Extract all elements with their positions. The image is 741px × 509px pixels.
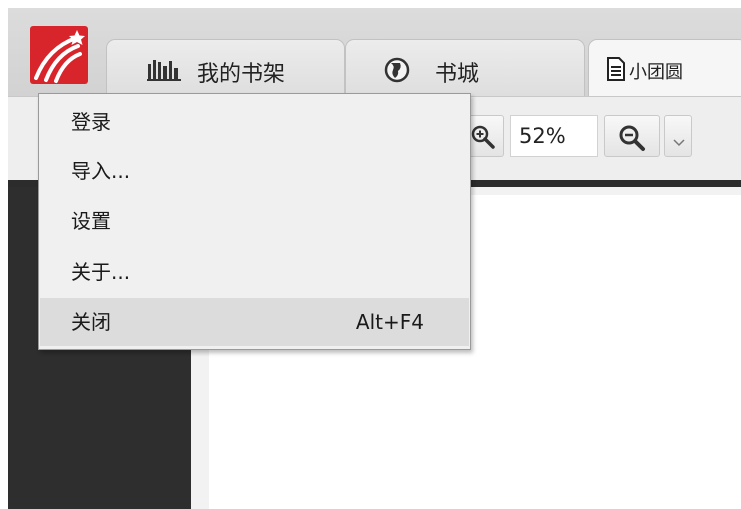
tab-document-label: 小团圆 [629,62,683,83]
menu-item-label: 关于... [71,260,131,284]
app-menu: 登录 导入... 设置 关于... 关闭 Alt+F4 [38,93,471,350]
zoom-in-icon [470,124,496,154]
menu-item-close[interactable]: 关闭 Alt+F4 [40,298,469,346]
menu-item-label: 导入... [71,159,131,183]
tab-bookshelf-label: 我的书架 [197,62,286,87]
menu-item-label: 登录 [71,110,111,134]
tab-bookstore[interactable]: 书城 [345,39,585,96]
bookshelf-icon [147,58,181,86]
zoom-out-button[interactable] [604,115,660,157]
tab-bookstore-label: 书城 [435,62,480,87]
menu-item-label: 关闭 [71,310,111,334]
tab-bar: 我的书架 书城 小团圆 [8,8,741,96]
chevron-down-icon [673,132,685,151]
app-window: 我的书架 书城 小团圆 52% 登录 导入... 设置 关于... 关闭 Alt… [8,8,741,509]
menu-item-settings[interactable]: 设置 [40,197,469,245]
menu-item-about[interactable]: 关于... [40,248,469,296]
globe-icon [384,57,410,87]
tab-bookshelf[interactable]: 我的书架 [106,39,345,96]
tab-document[interactable]: 小团圆 [588,39,741,96]
menu-item-login[interactable]: 登录 [40,98,469,146]
zoom-out-icon [618,124,646,156]
zoom-level-field[interactable]: 52% [510,115,598,157]
menu-item-label: 设置 [71,209,111,233]
zoom-dropdown-button[interactable] [664,115,692,157]
document-icon [606,57,626,85]
menu-item-import[interactable]: 导入... [40,147,469,195]
app-logo-icon[interactable] [30,26,88,84]
menu-item-shortcut: Alt+F4 [355,310,424,334]
